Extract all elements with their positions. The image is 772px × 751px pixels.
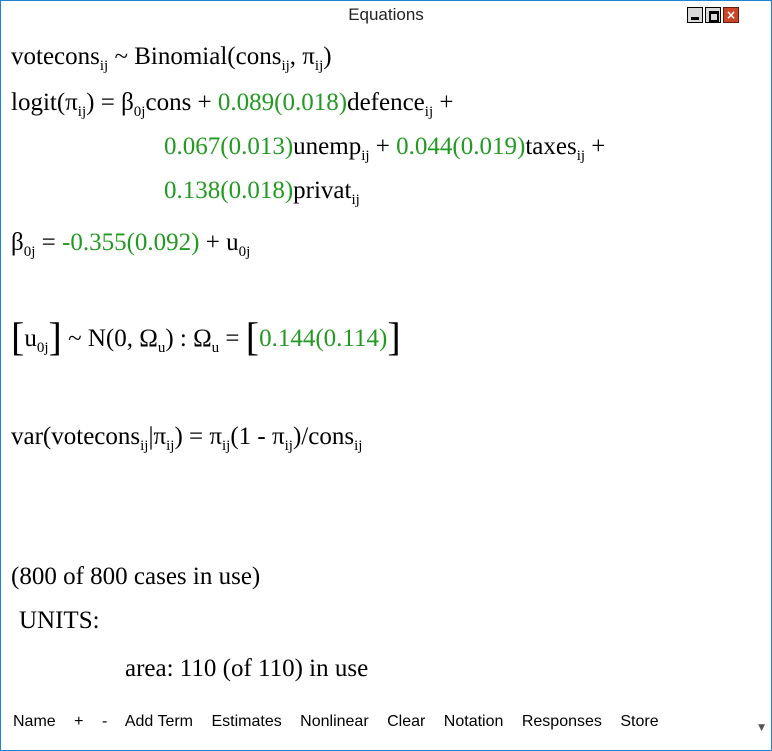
estimate-defence[interactable]: 0.089(0.018) xyxy=(218,89,347,116)
eq-text: u xyxy=(24,325,37,352)
eq-text: unemp xyxy=(293,133,362,160)
equations-toolbar: Name + - Add Term Estimates Nonlinear Cl… xyxy=(1,707,771,750)
eq-text: = xyxy=(35,229,63,256)
add-term-button[interactable]: Add Term xyxy=(125,713,193,730)
window-title: Equations xyxy=(348,5,424,24)
estimate-taxes[interactable]: 0.044(0.019) xyxy=(396,133,525,160)
equation-line-6: [u0j] ~ N(0, Ωu) : Ωu = [0.144(0.114)] xyxy=(11,313,401,360)
eq-text: privat xyxy=(293,177,352,204)
eq-subscript: ij xyxy=(314,58,324,74)
eq-text: β xyxy=(11,229,24,256)
eq-text: defence xyxy=(347,89,425,116)
eq-subscript: ij xyxy=(576,148,586,164)
eq-text: |π xyxy=(148,423,167,450)
eq-subscript: 0j xyxy=(23,244,36,260)
eq-text: , π xyxy=(289,43,315,70)
estimate-privat[interactable]: 0.138(0.018) xyxy=(164,177,293,204)
eq-text: + xyxy=(585,133,606,160)
eq-subscript: ij xyxy=(99,58,109,74)
maximize-icon[interactable] xyxy=(705,7,721,23)
right-bracket: ] xyxy=(48,314,62,359)
eq-text: + xyxy=(433,89,454,116)
clear-button[interactable]: Clear xyxy=(387,713,425,730)
eq-subscript: ij xyxy=(281,58,290,74)
left-bracket: [ xyxy=(11,314,25,359)
estimate-intercept[interactable]: -0.355(0.092) xyxy=(62,229,199,256)
equation-line-5: β0j = -0.355(0.092) + u0j xyxy=(11,229,251,260)
equation-line-2: logit(πij) = β0jcons + 0.089(0.018)defen… xyxy=(11,89,454,120)
store-button[interactable]: Store xyxy=(620,713,658,730)
responses-button[interactable]: Responses xyxy=(522,713,602,730)
eq-subscript: 0j xyxy=(36,340,49,356)
estimate-variance[interactable]: 0.144(0.114) xyxy=(259,325,387,352)
right-bracket: ] xyxy=(387,314,401,359)
estimate-unemp[interactable]: 0.067(0.013) xyxy=(164,133,293,160)
eq-text: + xyxy=(369,133,397,160)
equations-window: Equations × voteconsij ~ Binomial(consij… xyxy=(0,0,772,751)
nonlinear-button[interactable]: Nonlinear xyxy=(300,713,368,730)
eq-text: (1 - π xyxy=(230,423,285,450)
eq-text: ~ Binomial(cons xyxy=(108,43,282,70)
eq-text: logit(π xyxy=(11,89,78,116)
eq-subscript: ij xyxy=(351,192,360,208)
eq-text: votecons xyxy=(11,43,100,70)
toolbar-buttons: Name + - Add Term Estimates Nonlinear Cl… xyxy=(13,713,673,731)
equation-line-1: voteconsij ~ Binomial(consij, πij) xyxy=(11,43,332,74)
minimize-icon[interactable] xyxy=(687,7,703,23)
close-icon[interactable]: × xyxy=(723,7,739,23)
eq-subscript: 0j xyxy=(133,104,146,120)
eq-text: ) = π xyxy=(174,423,222,450)
eq-text: var(votecons xyxy=(11,423,141,450)
area-units: area: 110 (of 110) in use xyxy=(125,655,369,682)
scroll-down-icon[interactable]: ▼ xyxy=(758,723,765,733)
eq-text: + u xyxy=(199,229,239,256)
add-button[interactable]: + xyxy=(74,713,83,730)
remove-button[interactable]: - xyxy=(102,713,107,730)
notation-button[interactable]: Notation xyxy=(444,713,504,730)
eq-text: ~ N(0, Ω xyxy=(61,325,158,352)
eq-text: cons + xyxy=(145,89,218,116)
eq-text: ) = β xyxy=(86,89,134,116)
eq-text: ) xyxy=(323,43,332,70)
estimates-button[interactable]: Estimates xyxy=(211,713,281,730)
left-bracket: [ xyxy=(245,314,260,359)
equation-line-7: var(voteconsij|πij) = πij(1 - πij)/consi… xyxy=(11,423,363,454)
title-bar[interactable]: Equations × xyxy=(1,1,771,31)
cases-in-use: (800 of 800 cases in use) xyxy=(11,563,261,590)
eq-text: )/cons xyxy=(292,423,355,450)
units-label: UNITS: xyxy=(19,607,100,634)
eq-subscript: 0j xyxy=(238,244,251,260)
equation-line-4: 0.138(0.018)privatij xyxy=(164,177,360,208)
eq-text: = xyxy=(219,325,246,352)
eq-text: ) : Ω xyxy=(165,325,212,352)
eq-text: taxes xyxy=(525,133,577,160)
name-button[interactable]: Name xyxy=(13,713,56,730)
eq-subscript: ij xyxy=(361,148,370,164)
equation-line-3: 0.067(0.013)unempij + 0.044(0.019)taxesi… xyxy=(164,133,606,164)
equation-display: voteconsij ~ Binomial(consij, πij) logit… xyxy=(1,31,771,707)
eq-subscript: ij xyxy=(284,438,293,454)
eq-subscript: ij xyxy=(424,104,434,120)
eq-subscript: ij xyxy=(77,104,87,120)
eq-subscript: ij xyxy=(354,438,363,454)
